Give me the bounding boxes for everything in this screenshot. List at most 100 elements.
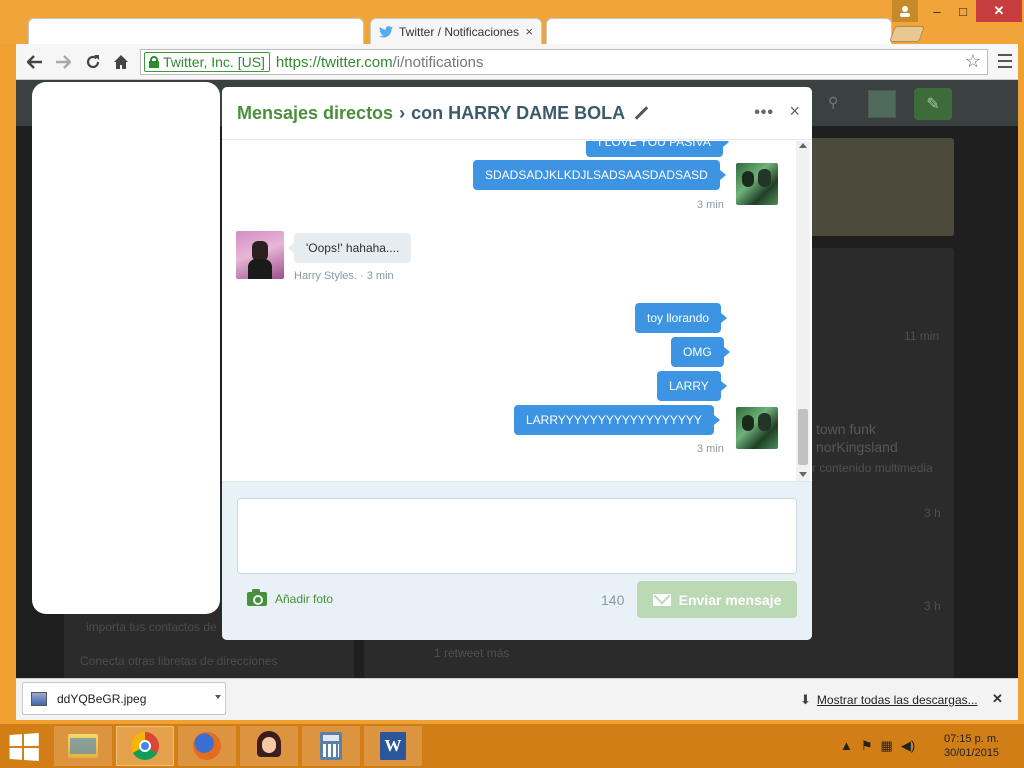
windows-start-icon[interactable] — [9, 732, 42, 762]
download-filename: ddYQBeGR.jpeg — [57, 691, 147, 706]
windows-taskbar: W ▲ ⚑ ▦ ◀) 07:15 p. m. 30/01/2015 — [0, 724, 1024, 768]
bg-time: 3 h — [924, 506, 941, 520]
action-center-flag-icon[interactable]: ⚑ — [861, 738, 873, 754]
redacted-panel — [32, 82, 220, 614]
message-bubble-out: toy llorando — [635, 303, 728, 333]
browser-tab-active[interactable]: Twitter / Notificaciones × — [370, 18, 542, 44]
new-tab-button[interactable] — [889, 26, 925, 42]
scrollbar-thumb[interactable] — [798, 409, 808, 465]
conversation-title: con HARRY DAME BOLA — [411, 102, 626, 123]
hamburger-menu-icon[interactable] — [998, 54, 1012, 68]
image-file-icon — [31, 691, 47, 706]
dm-header: Mensajes directos › con HARRY DAME BOLA … — [222, 87, 812, 140]
dm-title[interactable]: Mensajes directos — [237, 103, 393, 124]
maximize-button[interactable]: □ — [950, 0, 976, 22]
add-photo-button[interactable]: Añadir foto — [247, 589, 334, 606]
taskbar-word[interactable]: W — [364, 726, 422, 766]
girl-avatar-icon — [255, 731, 283, 761]
compose-area: Añadir foto 140 Enviar mensaje — [222, 481, 812, 640]
bg-time: 3 h — [924, 599, 941, 613]
browser-tab-redacted-1[interactable] — [28, 18, 364, 44]
close-window-button[interactable]: ✕ — [976, 0, 1022, 22]
system-clock[interactable]: 07:15 p. m. 30/01/2015 — [944, 732, 999, 760]
conversation-thread: I LOVE YOU PASIVA SDADSADJKLKDJLSADSAASD… — [222, 141, 812, 481]
connect-address-books-link: Conecta otras libretas de direcciones — [80, 654, 278, 668]
ev-certificate-badge[interactable]: Twitter, Inc. [US] — [144, 52, 270, 72]
browser-toolbar: Twitter, Inc. [US] https://twitter.com/i… — [16, 44, 1018, 80]
system-tray: ▲ ⚑ ▦ ◀) — [840, 738, 915, 754]
user-profile-icon[interactable] — [892, 0, 918, 22]
message-bubble-out: I LOVE YOU PASIVA — [586, 141, 729, 157]
lock-icon — [149, 56, 159, 68]
message-timestamp: 3 min — [697, 443, 724, 455]
minimize-button[interactable]: – — [924, 0, 950, 22]
download-arrow-icon: ⬇ — [800, 692, 811, 707]
clock-time: 07:15 p. m. — [944, 733, 1000, 745]
message-timestamp: 3 min — [697, 199, 724, 211]
download-item[interactable]: ddYQBeGR.jpeg — [22, 682, 226, 715]
url-path: /i/notifications — [392, 53, 484, 71]
search-icon: ⚲ — [828, 94, 839, 110]
clock-date: 30/01/2015 — [944, 747, 1000, 759]
network-icon[interactable]: ▦ — [881, 738, 893, 754]
message-meta: Harry Styles. · 3 min — [294, 270, 394, 282]
avatar — [868, 90, 896, 118]
chrome-icon — [131, 732, 159, 760]
character-counter: 140 — [601, 592, 625, 608]
message-bubble-out: LARRYYYYYYYYYYYYYYYYYY — [514, 405, 720, 435]
conversation-scrollbar[interactable] — [796, 141, 810, 481]
sender-avatar[interactable] — [736, 407, 778, 449]
send-message-button[interactable]: Enviar mensaje — [637, 581, 797, 618]
window-titlebar: Twitter / Notificaciones × – □ ✕ — [0, 0, 1024, 44]
firefox-icon — [193, 732, 221, 760]
message-bubble-out: LARRY — [657, 371, 727, 401]
tab-title: Twitter / Notificaciones — [399, 24, 520, 39]
import-contacts-text: importa tus contactos de — [86, 620, 217, 634]
sender-avatar[interactable] — [736, 163, 778, 205]
bg-text: town funk — [816, 421, 876, 437]
twitter-bird-icon — [379, 25, 393, 38]
back-arrow-icon[interactable] — [24, 52, 46, 72]
url-host: https://twitter.com — [275, 53, 393, 71]
bookmark-star-icon[interactable]: ☆ — [965, 51, 981, 72]
reload-icon[interactable] — [82, 52, 104, 72]
close-icon[interactable]: × — [789, 101, 800, 122]
home-icon[interactable] — [110, 52, 132, 72]
forward-arrow-icon[interactable] — [52, 52, 74, 72]
close-downloads-bar-icon[interactable]: ✕ — [992, 691, 1003, 707]
downloads-bar: ddYQBeGR.jpeg ⬇ Mostrar todas las descar… — [16, 678, 1018, 720]
scroll-down-arrow-icon[interactable] — [799, 472, 807, 477]
more-options-icon[interactable]: ••• — [754, 104, 774, 122]
address-bar[interactable]: Twitter, Inc. [US] https://twitter.com/i… — [140, 49, 988, 75]
scroll-up-arrow-icon[interactable] — [799, 143, 807, 148]
message-bubble-in: 'Oops!' hahaha.... — [287, 233, 412, 263]
browser-tab-redacted-2[interactable] — [546, 18, 892, 44]
ev-owner: Twitter, Inc. [US] — [163, 54, 265, 70]
message-input[interactable] — [237, 498, 797, 574]
show-all-downloads-link[interactable]: ⬇ Mostrar todas las descargas... — [800, 692, 978, 708]
tab-close-icon[interactable]: × — [525, 24, 533, 39]
recipient-avatar[interactable] — [236, 231, 284, 279]
taskbar-calculator[interactable] — [302, 726, 360, 766]
send-message-label: Enviar mensaje — [678, 591, 782, 608]
compose-tweet-icon: ✎ — [914, 88, 952, 120]
show-hidden-icons-chevron-icon[interactable]: ▲ — [840, 738, 853, 754]
bg-text: 1 retweet más — [434, 646, 510, 660]
breadcrumb-separator: › — [399, 102, 406, 123]
url-text[interactable]: https://twitter.com/i/notifications — [276, 54, 484, 71]
taskbar-chrome[interactable] — [116, 726, 174, 766]
pencil-edit-icon[interactable] — [635, 106, 649, 120]
download-menu-chevron-icon[interactable] — [215, 695, 221, 699]
folder-icon — [68, 734, 98, 758]
taskbar-file-explorer[interactable] — [54, 726, 112, 766]
volume-icon[interactable]: ◀) — [901, 738, 915, 754]
taskbar-firefox[interactable] — [178, 726, 236, 766]
bg-text: norKingsland — [816, 439, 898, 455]
word-icon: W — [380, 732, 406, 760]
taskbar-girl-app[interactable] — [240, 726, 298, 766]
calculator-icon — [320, 732, 342, 760]
camera-icon — [247, 589, 267, 606]
message-bubble-out: OMG — [671, 337, 730, 367]
show-all-downloads-label: Mostrar todas las descargas... — [816, 693, 978, 707]
add-photo-label: Añadir foto — [275, 592, 334, 606]
